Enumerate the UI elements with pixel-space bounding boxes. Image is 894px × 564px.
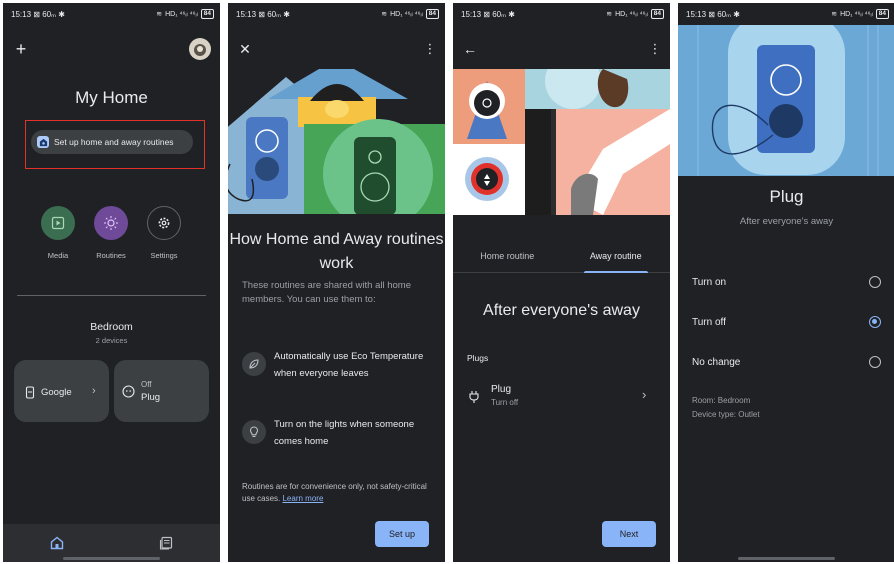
status-bar: 15:13 ⊠ 60ₘ ✱ ≋ HD₁ ⁴⁶ᵢₗ ⁴⁶ᵢₗ 84 — [3, 3, 220, 25]
illustration-plug — [678, 25, 894, 176]
radio-button[interactable] — [869, 276, 881, 288]
device-name: Plug — [141, 392, 161, 403]
radio-button-selected[interactable] — [869, 316, 881, 328]
home-title: My Home — [75, 88, 148, 107]
home-screen: 15:13 ⊠ 60ₘ ✱ ≋ HD₁ ⁴⁶ᵢₗ ⁴⁶ᵢₗ 84 + My Home… — [3, 3, 220, 562]
plug-action-screen: 15:13 ⊠ 60ₘ ✱ ≋ HD₁ ⁴⁶ᵢₗ ⁴⁶ᵢₗ 84 Plug Afte… — [678, 3, 894, 562]
set-up-button[interactable]: Set up — [375, 521, 429, 547]
illustration-routine — [453, 69, 670, 215]
learn-more-link[interactable]: Learn more — [282, 494, 323, 503]
chevron-right-icon: › — [642, 387, 647, 402]
close-icon[interactable]: ✕ — [236, 40, 254, 58]
next-button[interactable]: Next — [602, 521, 656, 547]
page-subtitle: After everyone's away — [739, 216, 834, 227]
status-time: 15:13 ⊠ 60ₘ ✱ — [11, 9, 65, 19]
outlet-icon — [122, 385, 135, 398]
home-icon[interactable] — [50, 536, 64, 550]
leaf-icon — [242, 352, 266, 376]
page-title: How Home and Away routines work — [229, 231, 444, 272]
status-bar: 15:13 ⊠ 60ₘ ✱ ≋ HD₁ ⁴⁶ᵢₗ ⁴⁶ᵢₗ 84 — [453, 3, 670, 25]
routines-button[interactable] — [94, 206, 128, 240]
feature-text: Turn on the lights when someone comes ho… — [274, 419, 415, 447]
option-label: Turn on — [692, 276, 727, 288]
illustration-house — [228, 69, 445, 214]
feature-lights: Turn on the lights when someone comes ho… — [242, 416, 437, 450]
device-state: Off — [141, 380, 152, 389]
page-title: Plug — [769, 187, 804, 206]
device-name: Google — [41, 387, 72, 398]
feed-icon[interactable] — [159, 536, 173, 550]
routine-tabs: Home routine Away routine — [453, 243, 670, 273]
gear-icon — [158, 217, 170, 229]
room-title: Bedroom — [90, 321, 133, 333]
feature-text: Automatically use Eco Temperature when e… — [274, 351, 424, 379]
settings-label: Settings — [150, 251, 178, 260]
away-routine-screen: 15:13 ⊠ 60ₘ ✱ ≋ HD₁ ⁴⁶ᵢₗ ⁴⁶ᵢₗ 84 ← ⋮ Home … — [453, 3, 670, 562]
gesture-bar — [738, 557, 835, 560]
radio-button[interactable] — [869, 356, 881, 368]
speaker-icon — [25, 386, 35, 399]
battery-icon: 84 — [875, 9, 889, 19]
wifi-icon: ≋ — [381, 11, 388, 18]
option-no-change[interactable]: No change — [692, 349, 881, 375]
plug-icon — [469, 391, 479, 403]
status-bar: 15:13 ⊠ 60ₘ ✱ ≋ HD₁ ⁴⁶ᵢₗ ⁴⁶ᵢₗ 84 — [678, 3, 894, 25]
footer-note: Routines are for convenience only, not s… — [242, 482, 427, 503]
sun-icon — [104, 216, 118, 230]
wifi-icon: ≋ — [606, 11, 613, 18]
tab-home-routine[interactable]: Home routine — [453, 243, 562, 272]
option-turn-on[interactable]: Turn on — [692, 269, 881, 295]
status-bar: 15:13 ⊠ 60ₘ ✱ ≋ HD₁ ⁴⁶ᵢₗ ⁴⁶ᵢₗ 84 — [228, 3, 445, 25]
device-row-plug[interactable]: Plug Turn off › — [453, 379, 670, 415]
feature-eco: Automatically use Eco Temperature when e… — [242, 348, 437, 382]
media-label: Media — [47, 251, 69, 260]
tab-away-routine[interactable]: Away routine — [562, 243, 671, 273]
room-device-count: 2 devices — [95, 336, 128, 345]
description: These routines are shared with all home … — [242, 280, 411, 305]
option-label: Turn off — [692, 316, 726, 328]
page-title: After everyone's away — [483, 302, 640, 319]
status-time: 15:13 ⊠ 60ₘ ✱ — [461, 9, 515, 19]
device-type-info: Device type: Outlet — [692, 410, 760, 419]
section-header: Plugs — [467, 353, 489, 363]
status-time: 15:13 ⊠ 60ₘ ✱ — [686, 9, 740, 19]
option-label: No change — [692, 356, 741, 368]
add-icon[interactable]: + — [11, 39, 31, 59]
device-tile-plug[interactable]: Off Plug — [114, 360, 209, 422]
home-person-icon — [37, 136, 49, 148]
option-turn-off[interactable]: Turn off — [692, 309, 881, 335]
wifi-icon: ≋ — [156, 11, 163, 18]
bulb-icon — [242, 420, 266, 444]
gesture-bar — [63, 557, 160, 560]
wifi-icon: ≋ — [831, 11, 838, 18]
device-tile-google[interactable]: Google › — [14, 360, 109, 422]
avatar[interactable] — [189, 38, 211, 60]
back-arrow-icon[interactable]: ← — [461, 40, 479, 58]
device-action: Turn off — [491, 398, 519, 407]
how-routines-work-screen: 15:13 ⊠ 60ₘ ✱ ≋ HD₁ ⁴⁶ᵢₗ ⁴⁶ᵢₗ 84 ✕ ⋮ How H… — [228, 3, 445, 562]
device-name: Plug — [491, 384, 512, 395]
setup-routines-chip[interactable]: Set up home and away routines — [31, 130, 193, 154]
media-button[interactable] — [41, 206, 75, 240]
routines-label: Routines — [96, 251, 126, 260]
battery-icon: 84 — [200, 9, 214, 19]
room-info: Room: Bedroom — [692, 396, 751, 405]
battery-icon: 84 — [650, 9, 664, 19]
chevron-right-icon: › — [92, 385, 96, 397]
battery-icon: 84 — [425, 9, 439, 19]
more-vert-icon[interactable]: ⋮ — [649, 40, 662, 58]
more-vert-icon[interactable]: ⋮ — [424, 40, 437, 58]
status-time: 15:13 ⊠ 60ₘ ✱ — [236, 9, 290, 19]
setup-chip-label: Set up home and away routines — [54, 137, 174, 147]
settings-button[interactable] — [147, 206, 181, 240]
divider — [17, 295, 206, 296]
play-icon — [51, 216, 65, 230]
